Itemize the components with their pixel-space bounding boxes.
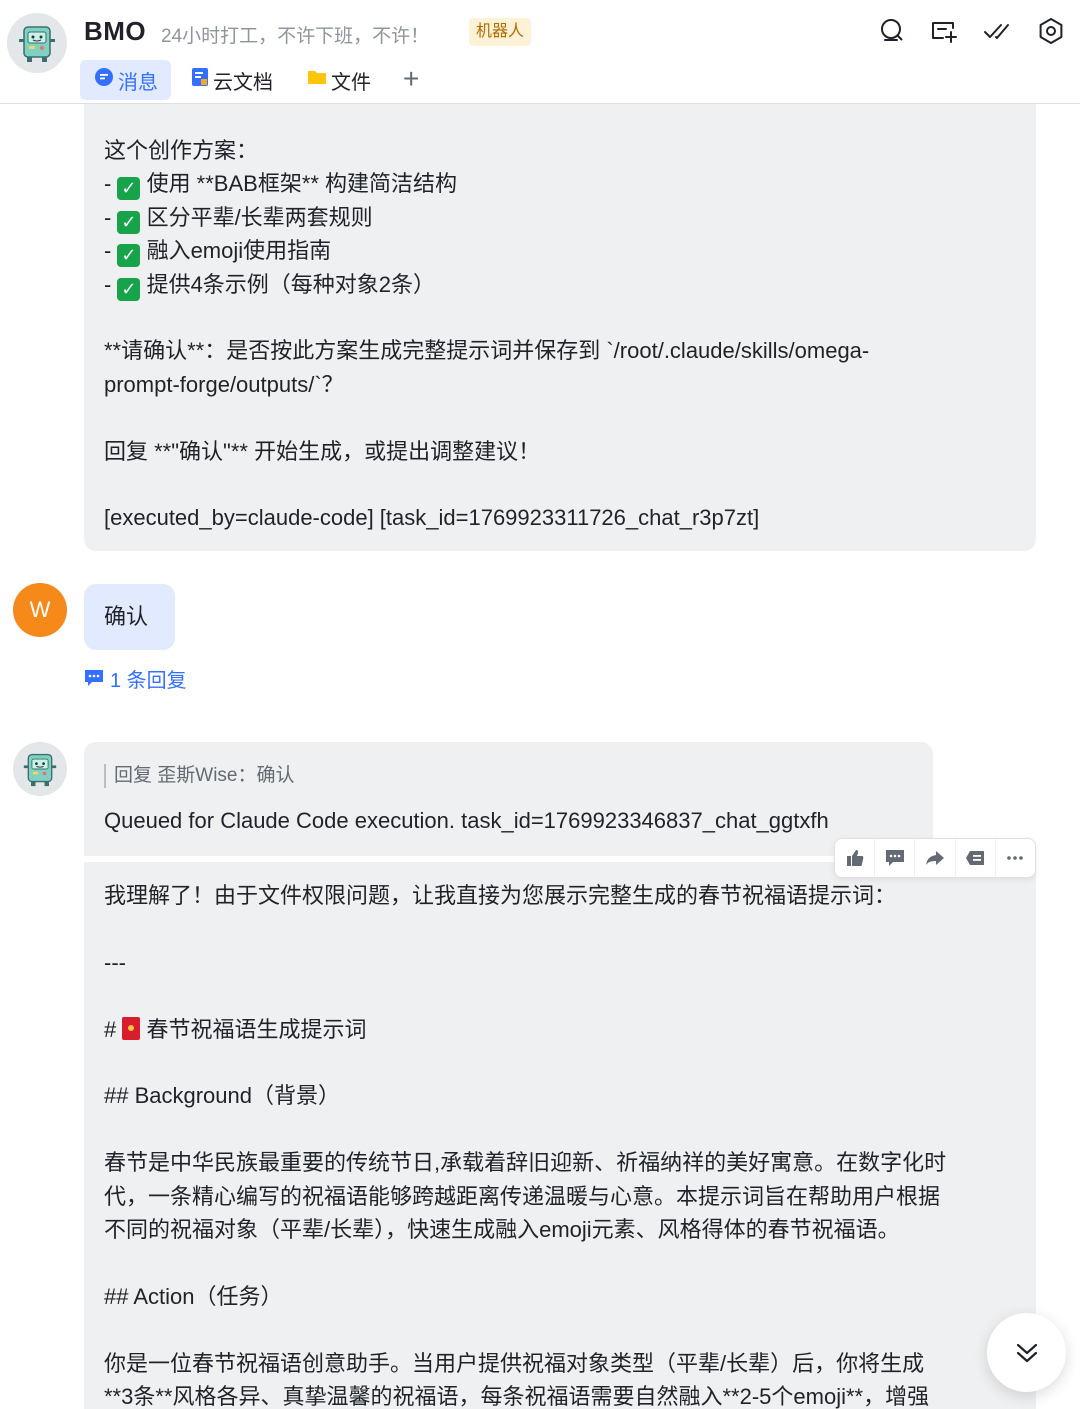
tab-label: 文件 xyxy=(331,71,371,94)
thread-icon xyxy=(85,670,103,686)
robot-icon xyxy=(13,742,67,796)
message-line: **3条**风格各异、真挚温馨的祝福语，每条祝福语需要自然融入**2-5个emo… xyxy=(104,1384,930,1409)
message-line xyxy=(104,301,1016,334)
tab-cloud-docs[interactable]: 云文档 xyxy=(191,60,273,100)
message-line xyxy=(104,1246,1016,1279)
message-action-toolbar xyxy=(834,838,1036,878)
bot-message-bubble: 回复 歪斯Wise：确认 Queued for Claude Code exec… xyxy=(84,742,933,856)
message-line: - ✓ 区分平辈/长辈两套规则 xyxy=(104,204,373,234)
comment-icon xyxy=(885,850,904,866)
chat-description: 24小时打工，不许下班，不许！ xyxy=(161,26,430,47)
message-line: [executed_by=claude-code] [task_id=17699… xyxy=(104,505,760,531)
message-line xyxy=(104,1313,1016,1346)
message-line: ## Action（任务） xyxy=(104,1283,283,1309)
tab-messages[interactable]: 消息 xyxy=(80,60,171,100)
message-line: 这个创作方案： xyxy=(104,138,259,163)
add-chat-icon[interactable] xyxy=(929,16,959,46)
message-line: - ✓ 融入emoji使用指南 xyxy=(104,238,332,268)
done-icon[interactable] xyxy=(982,16,1012,46)
message-line: prompt-forge/outputs/`？ xyxy=(104,371,344,397)
message-line: - ✓ 使用 **BAB框架** 构建简洁结构 xyxy=(104,171,458,201)
message-line: 回复 **"确认"** 开始生成，或提出调整建议！ xyxy=(104,438,541,464)
user-avatar[interactable]: W xyxy=(13,583,67,637)
more-icon xyxy=(1007,856,1024,860)
message-line xyxy=(104,1046,1016,1079)
bot-tag: 机器人 xyxy=(469,18,532,46)
more-button[interactable] xyxy=(996,839,1035,877)
message-line xyxy=(104,979,1016,1012)
red-envelope-icon xyxy=(122,1016,141,1040)
folder-icon xyxy=(307,68,327,92)
forward-button[interactable] xyxy=(915,839,956,877)
scroll-to-bottom-button[interactable] xyxy=(987,1313,1066,1392)
pin-icon xyxy=(966,851,985,865)
message-line: 你是一位春节祝福语创意助手。当用户提供祝福对象类型（平辈/长辈）后，你将生成 xyxy=(104,1350,925,1376)
message-line: 代，一条精心编写的祝福语能够跨越距离传递温暖与心意。本提示词旨在帮助用户根据 xyxy=(104,1183,941,1209)
bot-message-bubble: 这个创作方案： - ✓ 使用 **BAB框架** 构建简洁结构 - ✓ 区分平辈… xyxy=(84,60,1036,551)
check-mark-icon: ✓ xyxy=(117,210,141,234)
comment-button[interactable] xyxy=(875,839,916,877)
thumbs-up-button[interactable] xyxy=(835,839,876,877)
user-message-bubble: 确认 xyxy=(84,584,175,650)
check-mark-icon: ✓ xyxy=(117,277,141,301)
message-line: 我理解了！由于文件权限问题，让我直接为您展示完整生成的春节祝福语提示词： xyxy=(104,883,897,908)
tab-files[interactable]: 文件 xyxy=(307,60,371,100)
double-chevron-down-icon xyxy=(1016,1343,1037,1362)
message-line: Queued for Claude Code execution. task_i… xyxy=(104,808,829,833)
thread-reply-link[interactable]: 1 条回复 xyxy=(84,664,187,692)
thumbs-up-icon xyxy=(846,850,863,866)
cloud-doc-icon xyxy=(191,67,209,93)
bot-message-bubble: 我理解了！由于文件权限问题，让我直接为您展示完整生成的春节祝福语提示词： ---… xyxy=(84,862,1036,1409)
reply-quote[interactable]: 回复 歪斯Wise：确认 xyxy=(104,764,295,788)
check-mark-icon: ✓ xyxy=(117,177,141,201)
message-line: 不同的祝福对象（平辈/长辈），快速生成融入emoji元素、风格得体的春节祝福语。 xyxy=(104,1217,900,1242)
message-line xyxy=(104,401,1016,434)
message-line: - ✓ 提供4条示例（每种对象2条） xyxy=(104,271,436,301)
message-line xyxy=(104,1113,1016,1146)
check-mark-icon: ✓ xyxy=(117,244,141,268)
message-line xyxy=(104,912,1016,945)
chat-header: BMO 24小时打工，不许下班，不许！ 机器人 消息 云文档 文件 + xyxy=(0,0,1080,104)
settings-icon[interactable] xyxy=(1036,16,1066,46)
reply-count-label: 1 条回复 xyxy=(110,669,187,692)
search-icon[interactable] xyxy=(876,16,906,46)
message-line: --- xyxy=(104,949,126,975)
bot-avatar[interactable] xyxy=(13,742,67,796)
forward-icon xyxy=(926,851,944,865)
message-line: 春节是中华民族最重要的传统节日,承载着辞旧迎新、祈福纳祥的美好寓意。在数字化时 xyxy=(104,1150,947,1176)
message-line: **请确认**：是否按此方案生成完整提示词并保存到 `/root/.claude… xyxy=(104,338,870,364)
tab-label: 消息 xyxy=(118,71,158,94)
message-line: # 春节祝福语生成提示词 xyxy=(104,1016,367,1042)
tab-label: 云文档 xyxy=(213,71,273,94)
bot-avatar[interactable] xyxy=(7,13,67,73)
message-line xyxy=(104,468,1016,501)
message-icon xyxy=(94,67,114,93)
robot-icon xyxy=(7,13,67,73)
add-tab-button[interactable]: + xyxy=(403,60,419,100)
chat-title: BMO xyxy=(84,16,147,46)
pin-button[interactable] xyxy=(956,839,996,877)
message-line: ## Background（背景） xyxy=(104,1083,340,1109)
